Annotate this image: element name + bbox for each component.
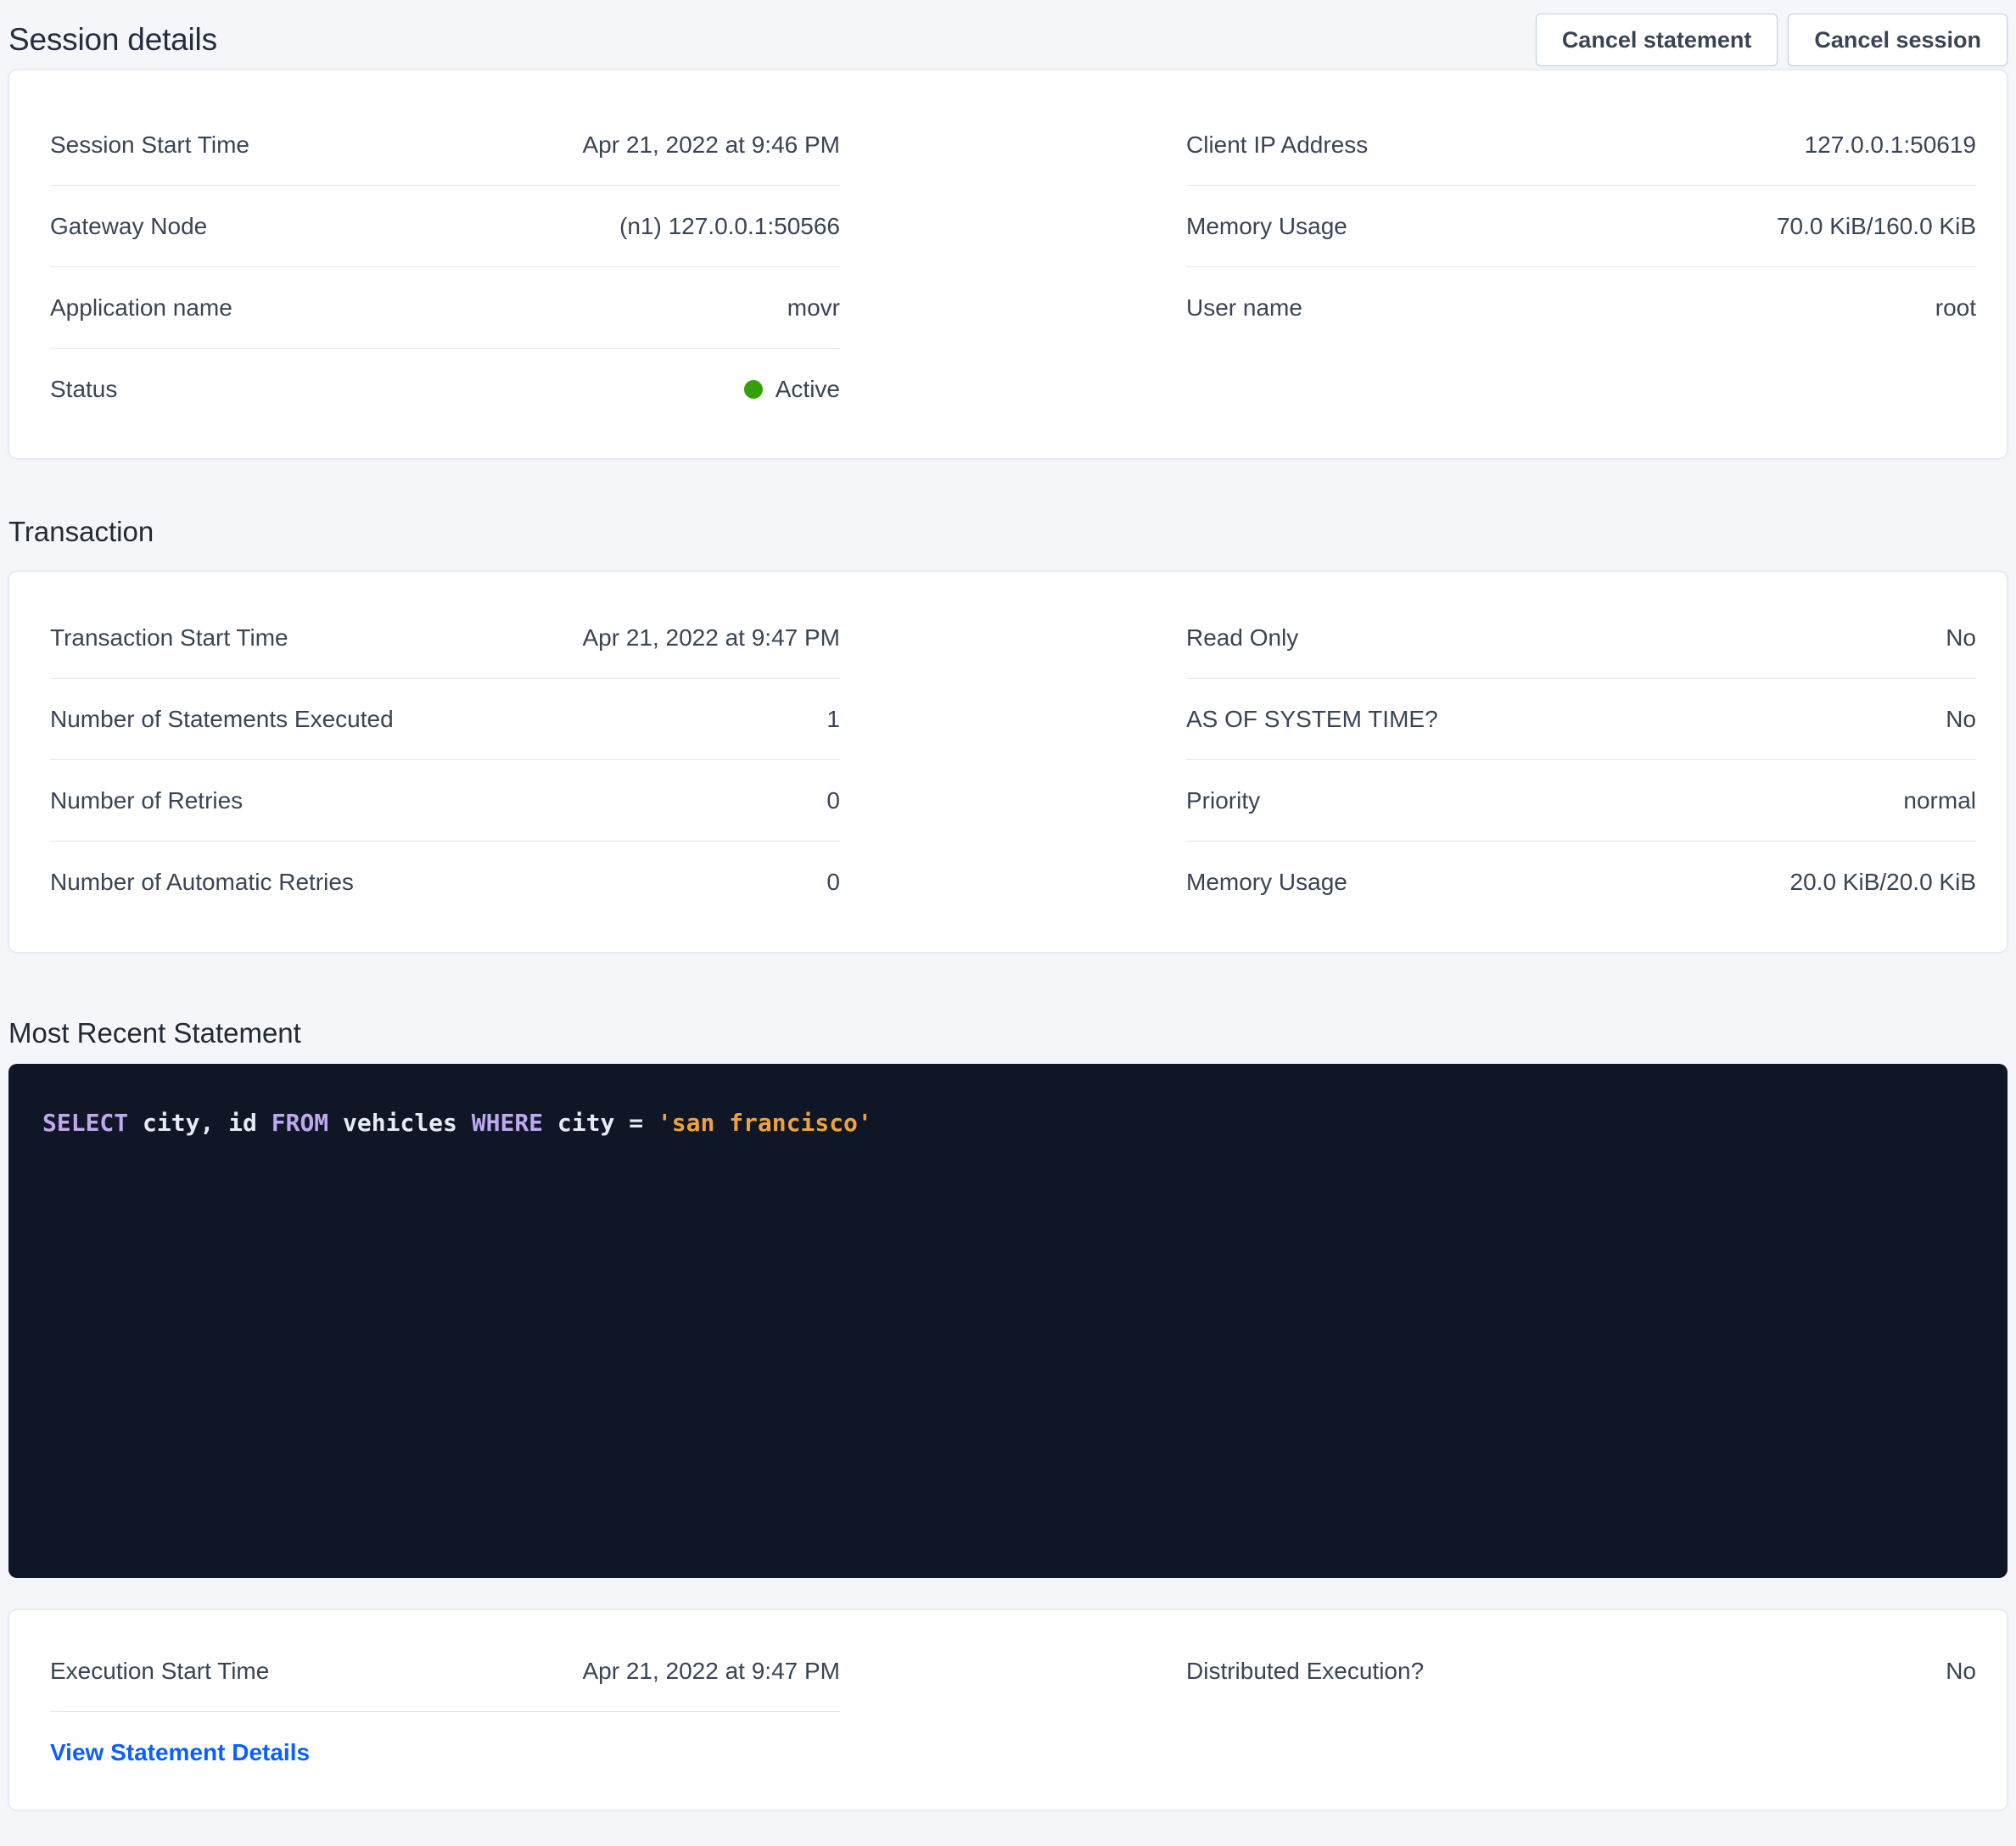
session-summary-left-column: Session Start Time Apr 21, 2022 at 9:46 … [50,104,840,430]
transaction-grid: Transaction Start Time Apr 21, 2022 at 9… [9,572,2007,952]
row-view-statement-details: View Statement Details [50,1712,840,1793]
page-title: Session details [8,22,217,58]
sql-keyword-from: FROM [272,1109,328,1137]
statements-executed-value: 1 [826,706,840,733]
status-value: Active [744,376,840,403]
client-ip-address-value: 127.0.0.1:50619 [1805,131,1976,159]
read-only-label: Read Only [1186,624,1298,652]
sql-statement-code-block: SELECT city, id FROM vehicles WHERE city… [8,1064,2008,1578]
row-priority: Priority normal [1186,760,1976,842]
sql-predicate: city = [543,1109,658,1137]
sql-columns: city, id [128,1109,272,1137]
session-memory-usage-label: Memory Usage [1186,213,1347,240]
session-summary-grid: Session Start Time Apr 21, 2022 at 9:46 … [9,70,2007,458]
application-name-value: movr [787,294,840,322]
session-start-time-value: Apr 21, 2022 at 9:46 PM [582,131,840,159]
row-session-start-time: Session Start Time Apr 21, 2022 at 9:46 … [50,104,840,186]
sql-table-name: vehicles [328,1109,472,1137]
gateway-node-link[interactable]: (n1) 127.0.0.1:50566 [619,213,840,240]
execution-card: Execution Start Time Apr 21, 2022 at 9:4… [8,1609,2008,1810]
transaction-memory-usage-value: 20.0 KiB/20.0 KiB [1790,869,1976,896]
row-gateway-node: Gateway Node (n1) 127.0.0.1:50566 [50,186,840,267]
user-name-value: root [1935,294,1976,322]
row-distributed-execution: Distributed Execution? No [1186,1631,1976,1712]
read-only-value: No [1946,624,1976,652]
sql-keyword-where: WHERE [472,1109,543,1137]
row-client-ip-address: Client IP Address 127.0.0.1:50619 [1186,104,1976,186]
active-status-dot-icon [744,380,763,399]
row-number-of-retries: Number of Retries 0 [50,760,840,842]
sql-statement-line: SELECT city, id FROM vehicles WHERE city… [42,1108,1974,1138]
transaction-start-time-value: Apr 21, 2022 at 9:47 PM [582,624,840,652]
cancel-statement-button[interactable]: Cancel statement [1536,14,1778,66]
transaction-start-time-label: Transaction Start Time [50,624,288,652]
priority-label: Priority [1186,787,1260,814]
execution-left-column: Execution Start Time Apr 21, 2022 at 9:4… [50,1631,840,1793]
execution-start-time-value: Apr 21, 2022 at 9:47 PM [582,1658,840,1685]
sql-string-literal: 'san francisco' [658,1109,872,1137]
session-summary-right-column: Client IP Address 127.0.0.1:50619 Memory… [1186,104,1976,430]
row-statements-executed: Number of Statements Executed 1 [50,679,840,760]
row-transaction-start-time: Transaction Start Time Apr 21, 2022 at 9… [50,597,840,679]
row-automatic-retries: Number of Automatic Retries 0 [50,842,840,923]
transaction-heading: Transaction [8,515,2008,549]
top-bar: Session details Cancel statement Cancel … [8,0,2008,70]
number-of-retries-label: Number of Retries [50,787,243,814]
row-read-only: Read Only No [1186,597,1976,679]
execution-grid: Execution Start Time Apr 21, 2022 at 9:4… [9,1610,2007,1810]
status-label: Status [50,376,117,403]
statements-executed-label: Number of Statements Executed [50,706,394,733]
row-as-of-system-time: AS OF SYSTEM TIME? No [1186,679,1976,760]
session-start-time-label: Session Start Time [50,131,249,159]
transaction-left-column: Transaction Start Time Apr 21, 2022 at 9… [50,597,840,923]
status-text: Active [776,376,840,403]
distributed-execution-value: No [1946,1658,1976,1685]
session-details-page: Session details Cancel statement Cancel … [0,0,2016,1826]
sql-keyword-select: SELECT [42,1109,128,1137]
session-summary-card: Session Start Time Apr 21, 2022 at 9:46 … [8,70,2008,459]
transaction-memory-usage-label: Memory Usage [1186,869,1347,896]
number-of-retries-value: 0 [826,787,840,814]
session-memory-usage-value: 70.0 KiB/160.0 KiB [1777,213,1976,240]
row-session-memory-usage: Memory Usage 70.0 KiB/160.0 KiB [1186,186,1976,267]
client-ip-address-label: Client IP Address [1186,131,1368,159]
transaction-right-column: Read Only No AS OF SYSTEM TIME? No Prior… [1186,597,1976,923]
distributed-execution-label: Distributed Execution? [1186,1658,1424,1685]
cancel-session-button[interactable]: Cancel session [1788,14,2008,66]
most-recent-statement-heading: Most Recent Statement [8,1016,2008,1050]
automatic-retries-label: Number of Automatic Retries [50,869,354,896]
execution-start-time-label: Execution Start Time [50,1658,269,1685]
as-of-system-time-value: No [1946,706,1976,733]
top-actions: Cancel statement Cancel session [1536,14,2008,66]
row-status: Status Active [50,349,840,430]
row-execution-start-time: Execution Start Time Apr 21, 2022 at 9:4… [50,1631,840,1712]
automatic-retries-value: 0 [826,869,840,896]
gateway-node-label: Gateway Node [50,213,207,240]
row-transaction-memory-usage: Memory Usage 20.0 KiB/20.0 KiB [1186,842,1976,923]
user-name-label: User name [1186,294,1302,322]
transaction-card: Transaction Start Time Apr 21, 2022 at 9… [8,571,2008,953]
application-name-label: Application name [50,294,232,322]
execution-right-column: Distributed Execution? No [1186,1631,1976,1793]
row-user-name: User name root [1186,267,1976,349]
as-of-system-time-label: AS OF SYSTEM TIME? [1186,706,1438,733]
view-statement-details-link[interactable]: View Statement Details [50,1739,310,1766]
row-application-name: Application name movr [50,267,840,349]
priority-value: normal [1903,787,1976,814]
